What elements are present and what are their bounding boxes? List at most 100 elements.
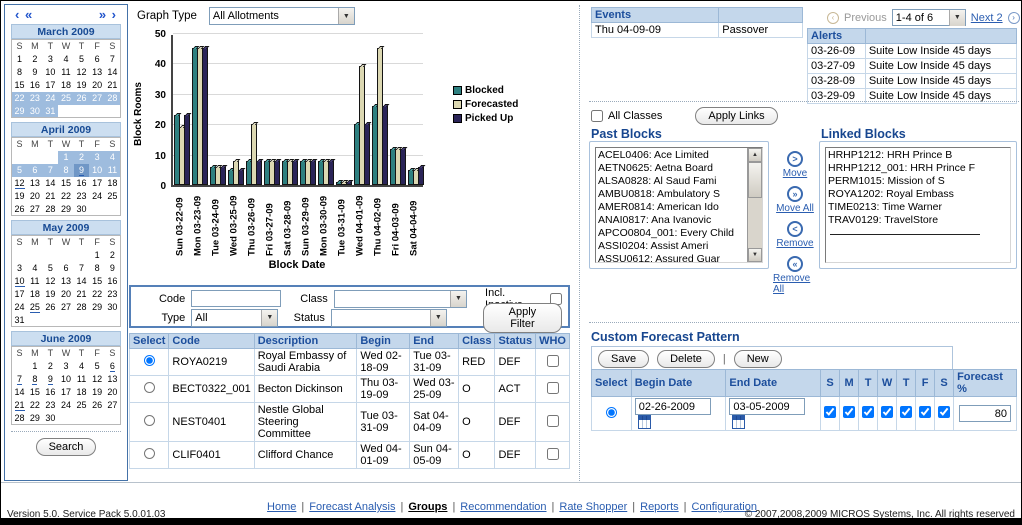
list-item[interactable]: ASSI0204: Assist Ameri (598, 240, 747, 253)
calendar-day[interactable]: 29 (89, 301, 105, 314)
calendar-day[interactable]: 25 (74, 399, 90, 412)
type-select[interactable]: All ▼ (191, 309, 278, 327)
calendar-day[interactable]: 27 (58, 301, 74, 314)
calendar-day[interactable]: 13 (89, 66, 105, 79)
calendar-day[interactable]: 9 (74, 164, 90, 177)
remove-all-icon[interactable]: « (787, 256, 803, 272)
forecast-percent-input[interactable] (959, 405, 1011, 422)
calendar-day[interactable]: 8 (89, 262, 105, 275)
calendar-day[interactable]: 10 (12, 275, 28, 288)
calendar-day[interactable]: 22 (12, 92, 28, 105)
calendar-icon[interactable] (732, 415, 745, 429)
scrollbar-thumb[interactable] (748, 162, 762, 198)
calendar-day[interactable]: 15 (89, 275, 105, 288)
calendar-day[interactable]: 12 (74, 66, 90, 79)
calendar-day[interactable]: 19 (89, 386, 105, 399)
calendar-day[interactable]: 13 (105, 373, 121, 386)
calendar-day[interactable]: 5 (12, 164, 28, 177)
calendar-day[interactable]: 28 (43, 203, 59, 216)
row-select-radio[interactable] (144, 382, 155, 393)
list-item[interactable]: TIME0213: Time Warner (828, 201, 1010, 214)
calendar-day[interactable]: 18 (105, 177, 121, 190)
calendar-day[interactable]: 2 (105, 249, 121, 262)
calendar-day[interactable]: 14 (105, 66, 121, 79)
footer-link-forecast-analysis[interactable]: Forecast Analysis (309, 501, 395, 513)
calendar-day[interactable]: 24 (89, 190, 105, 203)
calendar-day[interactable]: 4 (105, 151, 121, 164)
who-checkbox[interactable] (547, 355, 559, 367)
calendar-day[interactable]: 17 (58, 386, 74, 399)
calendar-day[interactable]: 3 (58, 360, 74, 373)
graph-type-select[interactable]: All Allotments ▼ (209, 7, 355, 25)
calendar-day[interactable]: 15 (27, 386, 43, 399)
calendar-day[interactable]: 5 (89, 360, 105, 373)
calendar-day[interactable]: 26 (74, 92, 90, 105)
calendar-day[interactable]: 27 (105, 399, 121, 412)
begin-date-input[interactable] (635, 398, 711, 415)
remove-icon[interactable]: < (787, 221, 803, 237)
calendar-day[interactable]: 7 (12, 373, 28, 386)
calendar-day[interactable]: 16 (27, 79, 43, 92)
remove-all-link[interactable]: Remove All (773, 273, 817, 295)
row-select-radio[interactable] (144, 355, 155, 366)
calendar-day[interactable]: 12 (43, 275, 59, 288)
calendar-day[interactable]: 22 (89, 288, 105, 301)
calendar-day[interactable]: 12 (12, 177, 28, 190)
calendar-day[interactable]: 5 (43, 262, 59, 275)
calendar-day[interactable]: 7 (43, 164, 59, 177)
calendar-day[interactable]: 15 (58, 177, 74, 190)
code-input[interactable] (191, 290, 281, 307)
day-checkbox[interactable] (881, 406, 893, 418)
delete-button[interactable]: Delete (657, 350, 715, 368)
day-checkbox[interactable] (900, 406, 912, 418)
footer-link-rate-shopper[interactable]: Rate Shopper (559, 501, 627, 513)
move-icon[interactable]: > (787, 151, 803, 167)
move-all-link[interactable]: Move All (776, 203, 814, 214)
row-select-radio[interactable] (144, 415, 155, 426)
footer-link-reports[interactable]: Reports (640, 501, 679, 513)
new-button[interactable]: New (734, 350, 782, 368)
calendar-day[interactable]: 19 (43, 288, 59, 301)
calendar-day[interactable]: 12 (89, 373, 105, 386)
calendar-day[interactable]: 16 (74, 177, 90, 190)
calendar-day[interactable]: 16 (105, 275, 121, 288)
calendar-day[interactable]: 17 (89, 177, 105, 190)
day-checkbox[interactable] (843, 406, 855, 418)
calendar-day[interactable]: 4 (58, 53, 74, 66)
calendar-day[interactable]: 4 (27, 262, 43, 275)
calendar-day[interactable]: 14 (74, 275, 90, 288)
calendar-day[interactable]: 7 (105, 53, 121, 66)
calendar-day[interactable]: 21 (105, 79, 121, 92)
calendar-day[interactable]: 19 (74, 79, 90, 92)
calendar-day[interactable]: 8 (27, 373, 43, 386)
calendar-day[interactable]: 29 (27, 412, 43, 425)
calendar-day[interactable]: 2 (43, 360, 59, 373)
calendar-day[interactable]: 22 (58, 190, 74, 203)
page-range-select[interactable]: 1-4 of 6 ▼ (892, 9, 966, 26)
calendar-day[interactable]: 13 (27, 177, 43, 190)
calendar-day[interactable]: 9 (43, 373, 59, 386)
list-item[interactable]: HRHP1212_001: HRH Prince F (828, 162, 1010, 175)
calendar-day[interactable]: 20 (105, 386, 121, 399)
calendar-day[interactable]: 1 (58, 151, 74, 164)
calendar-day[interactable]: 27 (89, 92, 105, 105)
search-button[interactable]: Search (36, 438, 97, 456)
calendar-day[interactable]: 26 (12, 203, 28, 216)
next-arrow-icon[interactable]: › (1008, 12, 1020, 24)
calendar-day[interactable]: 6 (27, 164, 43, 177)
calendar-day[interactable]: 3 (89, 151, 105, 164)
day-checkbox[interactable] (824, 406, 836, 418)
calendar-day[interactable]: 27 (27, 203, 43, 216)
day-checkbox[interactable] (919, 406, 931, 418)
calendar-day[interactable]: 30 (105, 301, 121, 314)
list-item[interactable]: HRHP1212: HRH Prince B (828, 149, 1010, 162)
calendar-day[interactable]: 29 (12, 105, 28, 118)
calendar-day[interactable]: 9 (27, 66, 43, 79)
list-item[interactable]: ASSU0612: Assured Guar (598, 253, 747, 262)
list-item[interactable]: ALSA0828: Al Saud Fami (598, 175, 747, 188)
calendar-icon[interactable] (638, 415, 651, 429)
forecast-select-radio[interactable] (606, 407, 617, 418)
calendar-day[interactable]: 6 (105, 360, 121, 373)
calendar-day[interactable]: 14 (43, 177, 59, 190)
calendar-day[interactable]: 11 (27, 275, 43, 288)
